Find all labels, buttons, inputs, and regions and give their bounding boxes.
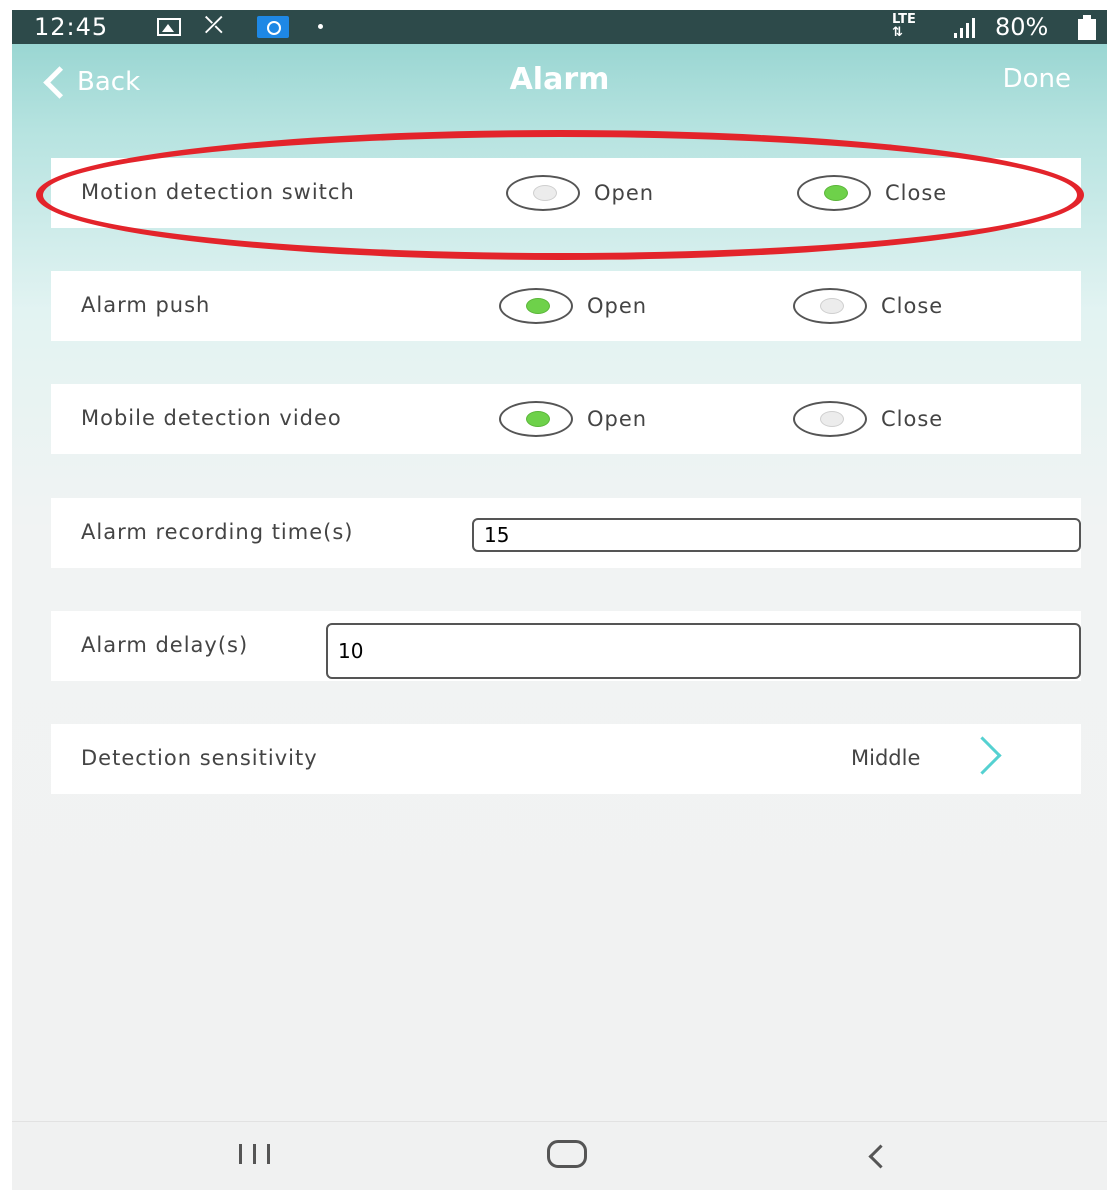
back-label: Back <box>77 67 141 97</box>
radio-label: Open <box>594 181 655 205</box>
mobile-detection-open-radio[interactable]: Open <box>499 399 647 439</box>
status-time: 12:45 <box>34 13 109 41</box>
motion-detection-label: Motion detection switch <box>81 180 355 204</box>
gallery-icon <box>157 18 181 36</box>
missed-call-icon: ⤫ <box>205 13 223 38</box>
alarm-push-label: Alarm push <box>81 293 211 317</box>
radio-label: Open <box>587 294 648 318</box>
radio-circle-selected[interactable] <box>797 175 871 211</box>
radio-label: Close <box>881 294 944 318</box>
detection-sensitivity-row[interactable]: Detection sensitivity Middle <box>51 724 1081 794</box>
back-button[interactable]: Back <box>40 62 140 102</box>
alarm-recording-time-label: Alarm recording time(s) <box>81 520 354 544</box>
radio-label: Open <box>587 407 648 431</box>
alarm-delay-label: Alarm delay(s) <box>81 633 249 657</box>
phone-screen: 12:45 ⤫ LTE ⇅ 80% Back Alarm Done Motion … <box>12 10 1107 1190</box>
alarm-delay-input[interactable] <box>326 623 1081 679</box>
radio-circle[interactable] <box>793 401 867 437</box>
network-type: LTE ⇅ <box>892 12 916 40</box>
page-title: Alarm <box>509 62 610 97</box>
dot-icon <box>318 24 323 29</box>
home-icon[interactable] <box>547 1140 587 1168</box>
battery-percent: 80% <box>995 13 1049 41</box>
radio-circle-selected[interactable] <box>499 288 573 324</box>
alarm-delay-row: Alarm delay(s) <box>51 611 1081 681</box>
app-notification-icon <box>257 16 289 38</box>
chevron-left-icon <box>43 65 76 99</box>
battery-icon <box>1078 15 1096 40</box>
radio-label: Close <box>881 407 944 431</box>
radio-circle[interactable] <box>506 175 580 211</box>
recent-apps-icon[interactable] <box>237 1144 277 1168</box>
motion-detection-row: Motion detection switch Open Close <box>51 158 1081 228</box>
alarm-recording-time-input[interactable] <box>472 518 1081 552</box>
alarm-push-row: Alarm push Open Close <box>51 271 1081 341</box>
alarm-push-open-radio[interactable]: Open <box>499 286 647 326</box>
radio-label: Close <box>885 181 948 205</box>
motion-detection-close-radio[interactable]: Close <box>797 173 947 213</box>
mobile-detection-video-label: Mobile detection video <box>81 406 342 430</box>
radio-circle-selected[interactable] <box>499 401 573 437</box>
mobile-detection-video-row: Mobile detection video Open Close <box>51 384 1081 454</box>
alarm-recording-time-row: Alarm recording time(s) <box>51 498 1081 568</box>
detection-sensitivity-value: Middle <box>851 746 921 770</box>
system-nav-bar <box>12 1121 1107 1190</box>
motion-detection-open-radio[interactable]: Open <box>506 173 654 213</box>
nav-bar: Back Alarm Done <box>12 44 1107 120</box>
signal-icon <box>954 18 982 38</box>
mobile-detection-close-radio[interactable]: Close <box>793 399 943 439</box>
alarm-push-close-radio[interactable]: Close <box>793 286 943 326</box>
radio-circle[interactable] <box>793 288 867 324</box>
status-bar: 12:45 ⤫ LTE ⇅ 80% <box>12 10 1107 44</box>
chevron-right-icon[interactable] <box>963 736 1002 775</box>
detection-sensitivity-label: Detection sensitivity <box>81 746 318 770</box>
done-button[interactable]: Done <box>1003 64 1071 94</box>
back-nav-icon[interactable] <box>868 1144 893 1169</box>
